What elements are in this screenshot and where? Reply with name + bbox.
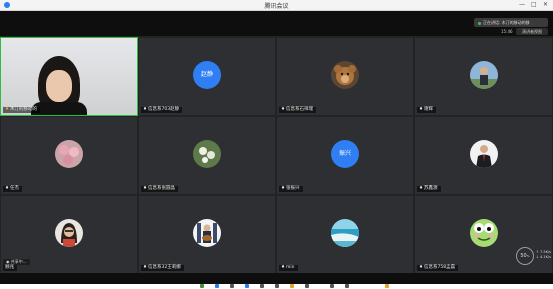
white-flowers-avatar-icon <box>193 139 221 168</box>
mic-muted-icon: ♦ <box>281 265 286 270</box>
participant-name-tag: 顾兆 <box>3 265 17 271</box>
speaking-text: 正在讲话: 木汀的移动的移 <box>483 20 530 25</box>
view-icon[interactable] <box>345 284 349 288</box>
person-outdoor-avatar-icon <box>469 60 498 89</box>
settings-icon[interactable] <box>305 284 309 288</box>
video-tile[interactable]: ♦谢辉 <box>415 38 552 115</box>
guitar-player-avatar-icon <box>193 218 221 247</box>
video-tile[interactable]: ♦信息系石祥瑞 <box>277 38 413 115</box>
share-screen-icon[interactable] <box>230 284 234 288</box>
close-button[interactable]: ✕ <box>543 1 548 9</box>
mic-muted-icon: ♦ <box>281 107 286 112</box>
participant-name-tag: ♦信息系石祥瑞 <box>279 107 317 113</box>
more-icon[interactable] <box>330 284 334 288</box>
speaking-indicator: 正在讲话: 木汀的移动的移 <box>474 18 548 27</box>
video-tile[interactable]: ♦信息系32王莉娜 <box>139 196 275 273</box>
meeting-top-bar <box>0 11 553 36</box>
avatar: 赵静 <box>193 60 221 89</box>
participant-name-tag: ♦信息系张圆晶 <box>141 186 179 192</box>
seascape-avatar-icon <box>331 218 359 247</box>
mic-icon: ♦ <box>5 107 10 112</box>
apps-icon[interactable] <box>290 284 294 288</box>
mic-muted-icon: ♦ <box>419 186 424 191</box>
video-tile[interactable]: ♦min <box>277 196 413 273</box>
meeting-clock: 15:46 <box>501 29 513 34</box>
toolbar-strip <box>0 284 553 289</box>
mic-muted-icon: ♦ <box>5 186 10 191</box>
network-quality-indicator[interactable]: 50% <box>516 247 534 265</box>
avatar: 振兴 <box>331 139 359 168</box>
mic-muted-icon: ♦ <box>143 186 148 191</box>
video-icon[interactable] <box>215 284 219 288</box>
participant-name-tag: ♦木汀的移动的 <box>3 107 41 113</box>
mic-muted-icon: ♦ <box>419 265 424 270</box>
speaking-dot-icon <box>478 21 481 25</box>
participant-name-tag: ♦谢辉 <box>417 107 437 113</box>
teddy-bear-avatar-icon <box>331 60 359 89</box>
mic-muted-icon: ♦ <box>419 107 424 112</box>
mic-muted-icon: ♦ <box>281 186 286 191</box>
chat-icon[interactable] <box>260 284 264 288</box>
network-speed: ↑ 7.5K/s ↓ 4.1K/s <box>536 250 551 260</box>
participant-name-tag: ♦张振兴 <box>279 186 303 192</box>
members-icon[interactable] <box>245 284 249 288</box>
download-speed: ↓ 4.1K/s <box>536 255 551 259</box>
record-icon[interactable] <box>275 284 279 288</box>
participant-name-tag: ♦信息系758孟磊 <box>417 265 459 271</box>
audio-icon[interactable] <box>200 284 204 288</box>
title-bar: 腾讯会议 — □ ✕ <box>0 0 553 11</box>
participant-video <box>1 38 137 115</box>
participant-name-tag: ♦任杰 <box>3 186 23 192</box>
participant-name-tag: ♦苏鑫源 <box>417 186 441 192</box>
minimize-button[interactable]: — <box>519 1 525 9</box>
mic-muted-icon: ♦ <box>143 265 148 270</box>
video-tile[interactable]: ♦信息系张圆晶 <box>139 117 275 194</box>
speaker-view-button[interactable]: 演讲者视图 <box>516 28 548 35</box>
end-meeting-icon[interactable] <box>385 284 389 288</box>
pink-flowers-avatar-icon <box>55 139 83 168</box>
maximize-button[interactable]: □ <box>531 1 537 9</box>
video-tile[interactable]: 振兴 ♦张振兴 <box>277 117 413 194</box>
participant-name-tag: ♦信息系703赵静 <box>141 107 183 113</box>
frog-cartoon-avatar-icon <box>469 218 498 247</box>
window-title: 腾讯会议 <box>264 3 289 10</box>
man-suit-avatar-icon <box>469 139 498 168</box>
video-tile[interactable]: ◉ 共享中... 顾兆 <box>1 196 137 273</box>
video-tile[interactable]: ♦任杰 <box>1 117 137 194</box>
video-tile[interactable]: ♦苏鑫源 <box>415 117 552 194</box>
video-tile[interactable]: ♦木汀的移动的 <box>0 37 138 116</box>
participant-name-tag: ♦min <box>279 265 298 271</box>
mic-muted-icon: ♦ <box>143 107 148 112</box>
woman-glasses-avatar-icon <box>55 218 83 247</box>
video-tile[interactable]: 赵静 ♦信息系703赵静 <box>139 38 275 115</box>
participant-name-tag: ♦信息系32王莉娜 <box>141 265 184 271</box>
